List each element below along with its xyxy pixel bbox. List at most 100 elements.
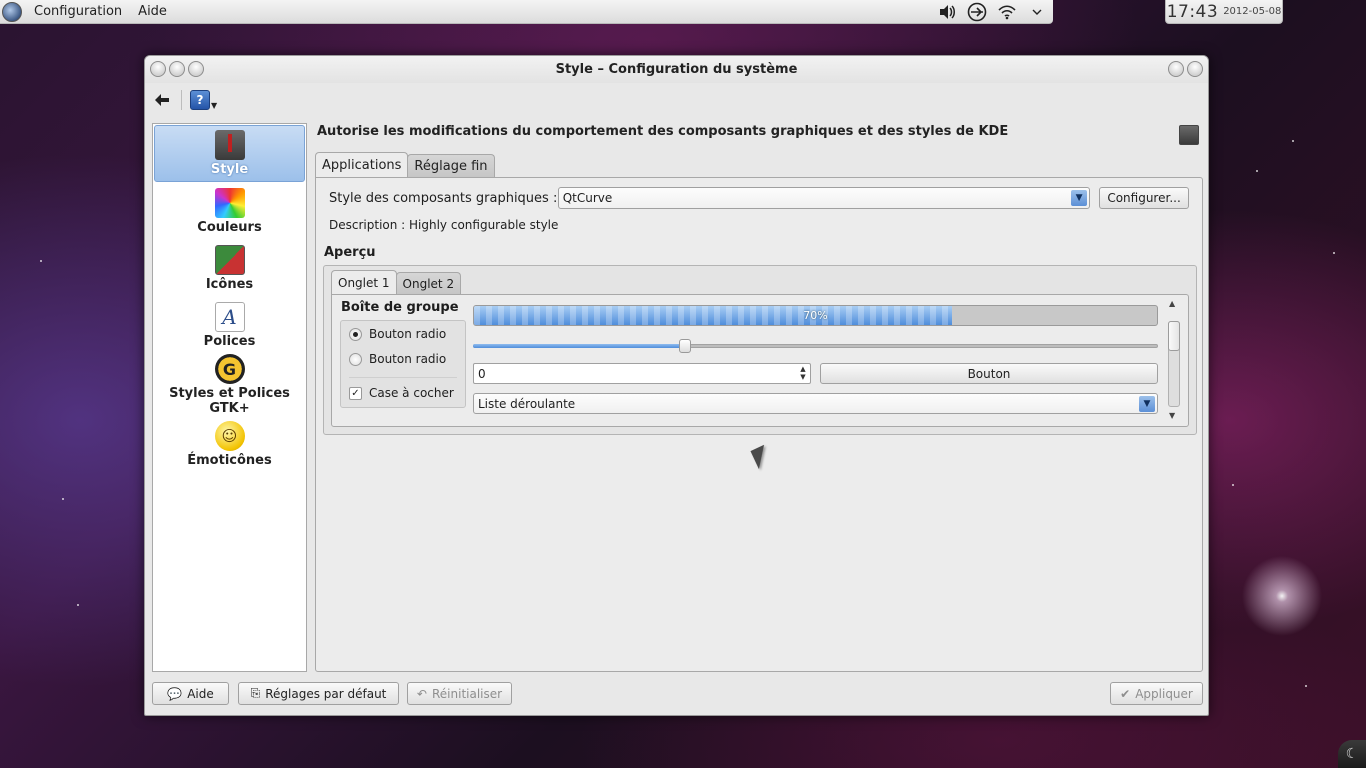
defaults-button-label: Réglages par défaut [265, 686, 387, 701]
toolbar-separator [181, 90, 182, 110]
close-button[interactable] [1187, 61, 1203, 77]
panel-menu-aide[interactable]: Aide [138, 4, 167, 19]
window-help-button[interactable] [188, 61, 204, 77]
color-palette-icon [214, 188, 245, 218]
clock-time: 17:43 [1166, 1, 1219, 22]
widget-style-value: QtCurve [562, 191, 613, 205]
sidebar-item-label: Icônes [205, 277, 254, 292]
help-dropdown-arrow-icon[interactable]: ▼ [211, 101, 217, 110]
desktop-toolbox-icon[interactable]: ☾ [1338, 740, 1366, 768]
widget-style-select[interactable]: QtCurve ▼ [557, 187, 1091, 209]
spin-box[interactable]: 0 ▲ ▼ [473, 363, 811, 384]
scroll-up-icon[interactable]: ▲ [1169, 299, 1175, 308]
back-arrow-icon[interactable] [153, 91, 171, 109]
preview-tab-1[interactable]: Onglet 1 [331, 270, 397, 294]
help-menu-icon[interactable]: ? [190, 90, 210, 110]
chevron-down-icon: ▼ [1071, 190, 1088, 206]
chevron-down-icon[interactable] [1027, 2, 1047, 22]
slider-handle[interactable] [679, 339, 692, 353]
radio-label: Bouton radio [369, 352, 447, 366]
preview-tab-page: Boîte de groupe Bouton radio Bouton radi… [331, 294, 1189, 427]
defaults-button[interactable]: ⎘ Réglages par défaut [238, 682, 399, 705]
sidebar-item-polices[interactable]: A Polices [153, 297, 306, 354]
scroll-down-icon[interactable]: ▼ [1169, 411, 1175, 420]
slider-fill [473, 344, 686, 348]
toolbar: ? ▼ [145, 83, 1208, 117]
sidebar-item-emoticones[interactable]: ☺ Émoticônes [153, 416, 306, 473]
sidebar-item-label: Styles et Polices GTK+ [169, 386, 290, 416]
preview-button[interactable]: Bouton [820, 363, 1158, 384]
radio-button-checked[interactable] [349, 327, 362, 341]
checkbox[interactable]: ✓ [349, 386, 362, 400]
widget-style-row: Style des composants graphiques : QtCurv… [329, 187, 1189, 209]
window-title: Style – Configuration du système [555, 62, 798, 77]
sidebar: Style Couleurs Icônes A Polices G Styles… [152, 123, 307, 672]
radio-label: Bouton radio [369, 327, 447, 341]
preview-tab-2[interactable]: Onglet 2 [395, 272, 462, 294]
vertical-scrollbar[interactable]: ▲ ▼ [1166, 297, 1182, 423]
tab-page-applications: Style des composants graphiques : QtCurv… [315, 177, 1203, 672]
sidebar-item-style[interactable]: Style [154, 125, 305, 182]
preview-frame: Onglet 1 Onglet 2 Boîte de groupe Bouton… [323, 265, 1197, 435]
spin-arrows-icon[interactable]: ▲ ▼ [798, 365, 808, 382]
slider[interactable] [473, 339, 1158, 353]
sidebar-item-label: Émoticônes [187, 453, 272, 468]
minimize-button[interactable] [1168, 61, 1184, 77]
undo-icon: ↶ [416, 686, 427, 701]
scroll-thumb[interactable] [1168, 321, 1180, 351]
main-panel: Autorise les modifications du comporteme… [315, 123, 1203, 672]
wifi-icon[interactable] [997, 2, 1017, 22]
titlebar-right-buttons [1168, 61, 1203, 77]
apply-button-label: Appliquer [1135, 686, 1193, 701]
preview-combo[interactable]: Liste déroulante ▼ [473, 393, 1158, 414]
chevron-down-icon: ▼ [1139, 396, 1155, 412]
sidebar-item-gtk[interactable]: G Styles et Polices GTK+ [153, 354, 306, 416]
preview-combo-value: Liste déroulante [478, 396, 576, 411]
tab-reglage-fin[interactable]: Réglage fin [407, 154, 495, 177]
reset-button-label: Réinitialiser [431, 686, 503, 701]
defaults-icon: ⎘ [250, 686, 261, 700]
kde-menu-icon[interactable] [2, 1, 22, 22]
radio-row-1[interactable]: Bouton radio [349, 327, 446, 341]
progress-bar: 70% [473, 305, 1158, 326]
smiley-icon: ☺ [214, 421, 245, 451]
preview-label: Aperçu [324, 245, 376, 260]
apply-button[interactable]: ✔ Appliquer [1110, 682, 1203, 705]
check-icon: ✔ [1120, 686, 1131, 701]
groupbox-title: Boîte de groupe [341, 300, 459, 315]
tie-icon [214, 130, 245, 160]
groupbox-separator [349, 377, 457, 378]
clock[interactable]: 17:43 2012-05-08 [1165, 0, 1283, 24]
groupbox: Bouton radio Bouton radio ✓ Case à coche… [340, 320, 466, 408]
window-sticky-button[interactable] [169, 61, 185, 77]
sidebar-item-label: Couleurs [197, 220, 262, 235]
help-bubble-icon: 💬 [167, 686, 183, 701]
radio-row-2[interactable]: Bouton radio [349, 352, 446, 366]
sidebar-item-couleurs[interactable]: Couleurs [153, 183, 306, 240]
radio-button[interactable] [349, 352, 362, 366]
volume-icon[interactable] [937, 2, 957, 22]
preview-tab-bar: Onglet 1 Onglet 2 [331, 270, 462, 294]
configure-button[interactable]: Configurer... [1099, 187, 1189, 209]
checkbox-label: Case à cocher [369, 386, 454, 400]
tab-bar: Applications Réglage fin [315, 152, 495, 177]
system-tray [937, 2, 1047, 22]
spin-value: 0 [478, 366, 486, 381]
tab-applications[interactable]: Applications [315, 152, 409, 177]
checkbox-row[interactable]: ✓ Case à cocher [349, 386, 454, 400]
help-button-label: Aide [187, 686, 214, 701]
sidebar-item-label: Polices [203, 334, 256, 349]
reset-button[interactable]: ↶ Réinitialiser [407, 682, 512, 705]
clock-date: 2012-05-08 [1223, 6, 1282, 17]
window-titlebar[interactable]: Style – Configuration du système [145, 56, 1208, 83]
progress-text: 70% [803, 309, 828, 322]
panel-menu-configuration[interactable]: Configuration [34, 4, 122, 19]
titlebar-left-buttons [150, 61, 204, 77]
help-button[interactable]: 💬 Aide [152, 682, 229, 705]
sidebar-item-icones[interactable]: Icônes [153, 240, 306, 297]
window-menu-button[interactable] [150, 61, 166, 77]
network-icon[interactable] [967, 2, 987, 22]
module-header: Autorise les modifications du comporteme… [317, 124, 1009, 139]
tie-icon [1179, 125, 1199, 145]
sidebar-item-label: Style [210, 162, 249, 177]
